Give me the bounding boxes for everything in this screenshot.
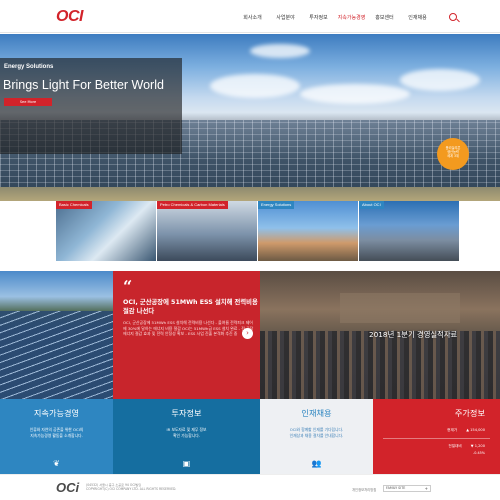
hero-title: Brings Light For Better World bbox=[3, 78, 164, 92]
stock-box[interactable]: 주가정보 현재가 ▲ 154,000 전일대비 ▼ 1,200 -0.45% bbox=[373, 399, 500, 474]
category-energy-solutions[interactable]: Energy Solutions bbox=[258, 201, 359, 261]
recruit-text: OCI와 함께할 인재를 기다립니다. 인재상과 채용 절차를 안내합니다. bbox=[289, 427, 344, 438]
news-card[interactable]: “ OCI, 군산공장에 51MWh ESS 설치해 전력비용 절감 나선다 O… bbox=[113, 271, 260, 399]
category-about-oci[interactable]: About OCI bbox=[359, 201, 460, 261]
sustainability-title: 지속가능경영 bbox=[33, 408, 80, 418]
site-header: OCI 회사소개 사업분야 투자정보 지속가능경영 홍보센터 인재채용 bbox=[0, 0, 500, 33]
stock-percent: -0.45% bbox=[473, 451, 485, 455]
footer-address: (04532) 서울시 중구 소공로 94 OCI빌딩 COPYRIGHT(C)… bbox=[86, 483, 177, 492]
main-nav: 회사소개 사업분야 투자정보 지속가능경영 홍보센터 인재채용 bbox=[236, 14, 434, 21]
stock-prev: 전일대비 ▼ 1,200 bbox=[448, 444, 485, 448]
category-label: Basic Chemicals bbox=[56, 201, 92, 209]
stock-current-value: 154,000 bbox=[470, 428, 485, 432]
news-body: OCI, 군산공장에 51MWh ESS 설치해 전력비용 나선다 - 올여름 … bbox=[123, 320, 254, 337]
investor-title: 투자정보 bbox=[171, 408, 202, 418]
stock-current-label: 현재가 bbox=[447, 428, 458, 432]
quote-icon: “ bbox=[123, 277, 133, 296]
hero-caption-box bbox=[0, 58, 182, 154]
category-label: About OCI bbox=[359, 201, 384, 209]
recruit-box[interactable]: 인재채용 OCI와 함께할 인재를 기다립니다. 인재상과 채용 절차를 안내합… bbox=[260, 399, 373, 474]
next-arrow-icon[interactable]: › bbox=[242, 328, 253, 339]
category-petro-chemicals[interactable]: Petro Chemicals & Carbon Materials bbox=[157, 201, 258, 261]
category-label: Petro Chemicals & Carbon Materials bbox=[157, 201, 228, 209]
nav-business[interactable]: 사업분야 bbox=[269, 14, 302, 21]
conference-title: 2018년 1분기 경영실적자료 bbox=[369, 330, 458, 339]
stock-prev-value: 1,200 bbox=[474, 444, 485, 448]
conference-image[interactable]: 2018년 1분기 경영실적자료 bbox=[260, 271, 500, 399]
see-more-button[interactable]: See More bbox=[4, 98, 52, 106]
recruit-title: 인재채용 bbox=[301, 408, 332, 418]
monitor-icon: ▣ bbox=[182, 459, 191, 468]
stock-current: 현재가 ▲ 154,000 bbox=[447, 428, 485, 432]
family-site-select[interactable]: FAMILY SITE bbox=[383, 485, 431, 492]
site-footer: OCi (04532) 서울시 중구 소공로 94 OCI빌딩 COPYRIGH… bbox=[0, 474, 500, 500]
info-band: 지속가능경영 인류와 자연의 공존을 위한 OCI의 지속가능경영 활동을 소개… bbox=[0, 399, 500, 474]
sustainability-text: 인류와 자연의 공존을 위한 OCI의 지속가능경영 활동을 소개합니다. bbox=[29, 427, 84, 438]
nav-investor[interactable]: 투자정보 bbox=[302, 14, 335, 21]
category-label: Energy Solutions bbox=[258, 201, 295, 209]
nav-about[interactable]: 회사소개 bbox=[236, 14, 269, 21]
hero-eyebrow: Energy Solutions bbox=[4, 64, 54, 70]
category-basic-chemicals[interactable]: Basic Chemicals bbox=[56, 201, 157, 261]
hero-banner: Energy Solutions Brings Light For Better… bbox=[0, 34, 500, 201]
oci-logo[interactable]: OCI bbox=[56, 8, 83, 26]
stock-prev-label: 전일대비 bbox=[448, 444, 462, 448]
stock-title: 주가정보 bbox=[454, 408, 485, 418]
leaf-icon: ❦ bbox=[53, 459, 60, 468]
investor-text: IR 보도자료 및 재무 정보 확인 가능합니다. bbox=[166, 427, 207, 438]
footer-logo: OCi bbox=[56, 480, 80, 495]
news-title[interactable]: OCI, 군산공장에 51MWh ESS 설치해 전력비용 절감 나선다 bbox=[123, 298, 258, 316]
nav-careers[interactable]: 인재채용 bbox=[401, 14, 434, 21]
news-band: “ OCI, 군산공장에 51MWh ESS 설치해 전력비용 절감 나선다 O… bbox=[0, 271, 500, 399]
sustainability-box[interactable]: 지속가능경영 인류와 자연의 공존을 위한 OCI의 지속가능경영 활동을 소개… bbox=[0, 399, 113, 474]
nav-sustainability[interactable]: 지속가능경영 bbox=[335, 14, 368, 21]
nav-pr-center[interactable]: 홍보센터 bbox=[368, 14, 401, 21]
privacy-policy-link[interactable]: 개인정보처리방침 bbox=[352, 487, 376, 492]
search-icon[interactable] bbox=[449, 13, 457, 21]
solar-farm-image bbox=[0, 271, 113, 399]
investor-box[interactable]: 투자정보 IR 보도자료 및 재무 정보 확인 가능합니다. ▣ bbox=[113, 399, 260, 474]
business-categories: Basic Chemicals Petro Chemicals & Carbon… bbox=[56, 201, 460, 261]
hero-badge[interactable]: 폴리실리콘 생산능력 세계 3위 bbox=[437, 138, 469, 170]
people-icon: 👥 bbox=[311, 459, 322, 468]
